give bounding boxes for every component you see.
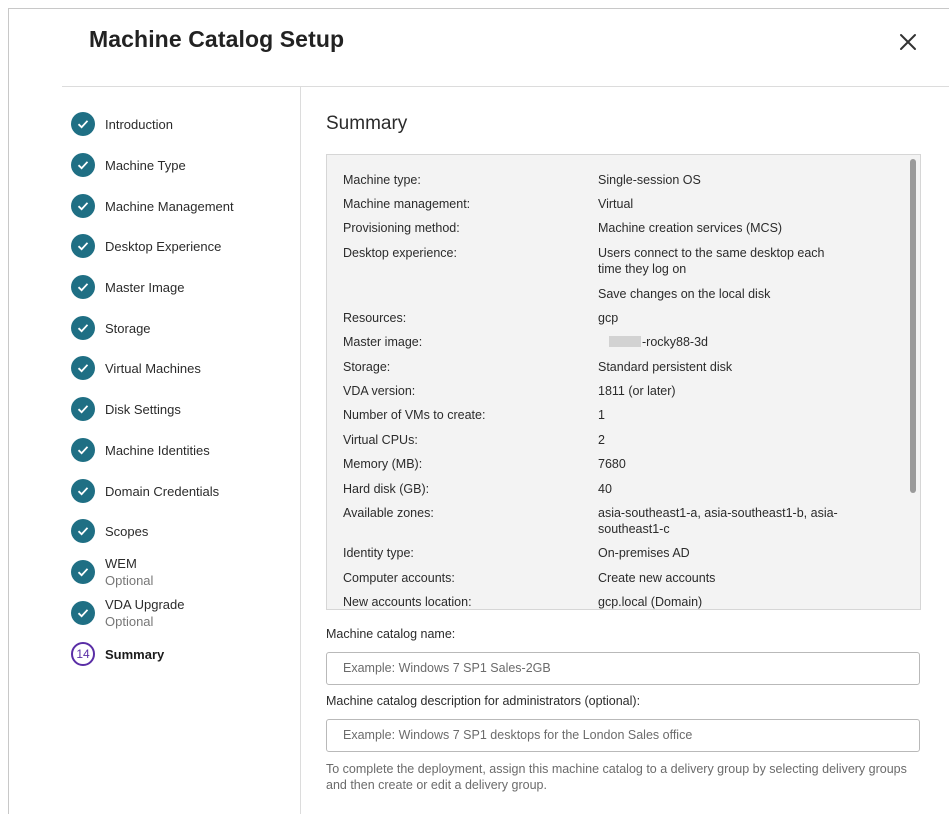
step-vda-upgrade[interactable]: VDA Upgrade Optional xyxy=(71,596,185,630)
check-icon xyxy=(71,356,95,380)
step-label: Scopes xyxy=(105,523,149,539)
step-title: WEM xyxy=(105,556,137,571)
window-border-left xyxy=(8,8,9,814)
step-label: Virtual Machines xyxy=(105,360,201,376)
step-label: VDA Upgrade Optional xyxy=(105,596,185,630)
step-label: Machine Type xyxy=(105,157,186,173)
summary-key: Resources: xyxy=(343,311,407,325)
check-icon xyxy=(71,601,95,625)
check-icon xyxy=(71,316,95,340)
step-wem[interactable]: WEM Optional xyxy=(71,555,153,589)
summary-value: gcp.local (Domain) xyxy=(598,595,703,609)
step-scopes[interactable]: Scopes xyxy=(71,519,148,543)
catalog-description-field[interactable] xyxy=(326,719,920,752)
summary-value: asia-southeast1-a, asia-southeast1-b, as… xyxy=(598,506,838,536)
summary-heading: Summary xyxy=(326,113,408,134)
step-label: Introduction xyxy=(105,116,173,132)
step-virtual-machines[interactable]: Virtual Machines xyxy=(71,356,201,380)
step-disk-settings[interactable]: Disk Settings xyxy=(71,397,181,421)
check-icon xyxy=(71,275,95,299)
step-label: Summary xyxy=(105,646,165,662)
summary-scrollbar[interactable] xyxy=(910,159,916,493)
step-label: WEM Optional xyxy=(105,555,153,589)
step-machine-management[interactable]: Machine Management xyxy=(71,194,234,218)
step-domain-credentials[interactable]: Domain Credentials xyxy=(71,479,219,503)
step-machine-identities[interactable]: Machine Identities xyxy=(71,438,210,462)
summary-key: Machine type: xyxy=(343,173,421,187)
summary-key: Virtual CPUs: xyxy=(343,433,418,447)
header-divider xyxy=(62,86,949,87)
summary-value: Machine creation services (MCS) xyxy=(598,221,783,235)
step-title: VDA Upgrade xyxy=(105,597,185,612)
summary-key: Identity type: xyxy=(343,546,414,560)
summary-value: 1 xyxy=(598,408,605,422)
summary-value: Standard persistent disk xyxy=(598,360,733,374)
close-button[interactable] xyxy=(896,30,920,54)
summary-value: Single-session OS xyxy=(598,173,701,187)
catalog-name-field[interactable] xyxy=(326,652,920,685)
step-summary[interactable]: 14 Summary xyxy=(71,642,164,666)
summary-value: Save changes on the local disk xyxy=(598,287,771,301)
catalog-name-label: Machine catalog name: xyxy=(326,627,456,641)
summary-key: VDA version: xyxy=(343,384,416,398)
step-label: Disk Settings xyxy=(105,401,181,417)
summary-value: -rocky88-3d xyxy=(609,334,859,350)
step-master-image[interactable]: Master Image xyxy=(71,275,184,299)
step-number-badge: 14 xyxy=(71,642,95,666)
step-storage[interactable]: Storage xyxy=(71,316,151,340)
summary-key: Computer accounts: xyxy=(343,571,455,585)
window-border-top xyxy=(8,8,949,9)
summary-key: Memory (MB): xyxy=(343,457,423,471)
summary-key: Machine management: xyxy=(343,197,471,211)
master-image-name: -rocky88-3d xyxy=(642,335,708,349)
step-label: Storage xyxy=(105,320,151,336)
summary-key: Storage: xyxy=(343,360,391,374)
check-icon xyxy=(71,479,95,503)
check-icon xyxy=(71,397,95,421)
step-introduction[interactable]: Introduction xyxy=(71,112,173,136)
deployment-hint: To complete the deployment, assign this … xyxy=(326,762,907,792)
dialog-title: Machine Catalog Setup xyxy=(89,26,345,52)
step-desktop-experience[interactable]: Desktop Experience xyxy=(71,234,221,258)
catalog-description-input[interactable] xyxy=(327,720,903,749)
check-icon xyxy=(71,234,95,258)
summary-value: 7680 xyxy=(598,457,626,471)
summary-value: gcp xyxy=(598,311,619,325)
check-icon xyxy=(71,438,95,462)
summary-key: Number of VMs to create: xyxy=(343,408,486,422)
step-label: Master Image xyxy=(105,279,185,295)
step-label: Machine Identities xyxy=(105,442,210,458)
summary-value: On-premises AD xyxy=(598,546,690,560)
summary-panel[interactable]: Machine type: Single-session OS Machine … xyxy=(326,154,921,610)
catalog-name-input[interactable] xyxy=(327,653,903,682)
catalog-description-label: Machine catalog description for administ… xyxy=(326,694,641,708)
summary-value: Users connect to the same desktop each t… xyxy=(598,246,825,276)
check-icon xyxy=(71,560,95,584)
step-label: Domain Credentials xyxy=(105,483,220,499)
check-icon xyxy=(71,153,95,177)
step-label: Machine Management xyxy=(105,198,234,214)
check-icon xyxy=(71,112,95,136)
summary-key: Available zones: xyxy=(343,506,434,520)
step-label: Desktop Experience xyxy=(105,238,222,254)
summary-key: Provisioning method: xyxy=(343,221,460,235)
step-optional-label: Optional xyxy=(105,614,154,629)
summary-key: Desktop experience: xyxy=(343,246,457,260)
summary-value: Create new accounts xyxy=(598,571,716,585)
summary-value: Virtual xyxy=(598,197,634,211)
nav-divider xyxy=(300,87,301,814)
summary-key: New accounts location: xyxy=(343,595,472,609)
redacted-block xyxy=(609,336,641,347)
close-icon xyxy=(900,34,916,50)
check-icon xyxy=(71,194,95,218)
check-icon xyxy=(71,519,95,543)
step-optional-label: Optional xyxy=(105,573,154,588)
summary-key: Master image: xyxy=(343,335,423,349)
summary-value: 2 xyxy=(598,433,605,447)
summary-key: Hard disk (GB): xyxy=(343,482,430,496)
step-machine-type[interactable]: Machine Type xyxy=(71,153,186,177)
summary-value: 40 xyxy=(598,482,612,496)
summary-value: 1811 (or later) xyxy=(598,384,676,398)
